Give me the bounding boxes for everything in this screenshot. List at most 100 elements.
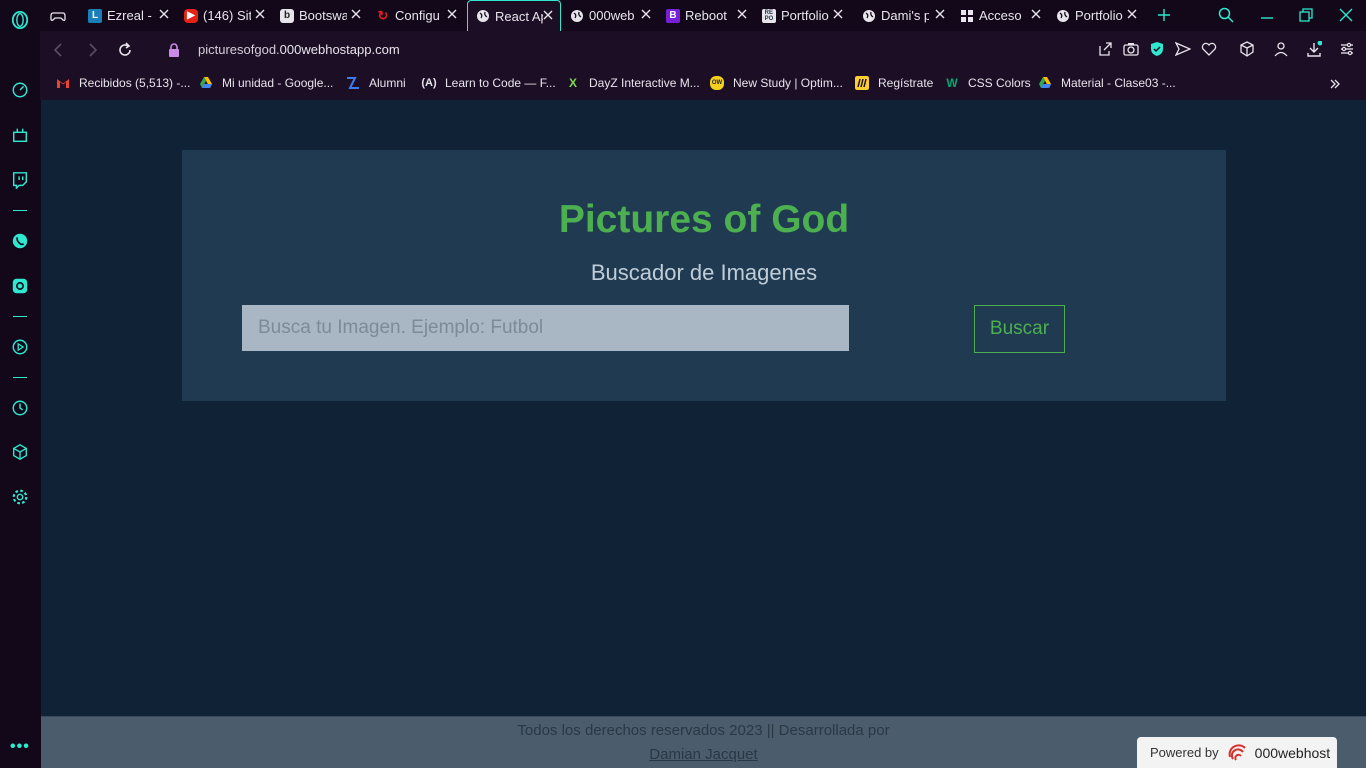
bookmark-freecodecamp[interactable]: (A) Learn to Code — F...: [421, 76, 555, 90]
sidebar-divider: [13, 377, 27, 378]
repo-icon: RE PO: [762, 8, 776, 23]
close-tab-icon[interactable]: [1030, 8, 1042, 20]
workspaces-icon[interactable]: [10, 125, 30, 145]
bootswatch-icon: b: [280, 8, 294, 23]
search-input[interactable]: [242, 305, 849, 351]
powered-by-brand: 000webhost: [1254, 744, 1331, 761]
tab-portfolio-2[interactable]: Portfolio: [1048, 0, 1144, 31]
close-tab-icon[interactable]: [254, 8, 266, 20]
tab-search-icon[interactable]: [1217, 6, 1235, 24]
tab-react-app[interactable]: React Ap: [467, 0, 561, 31]
tab-bar: L Ezreal - ▶ (146) Sit b Bootswa ↻ Confi…: [40, 0, 1366, 31]
url-field[interactable]: picturesofgod.000webhostapp.com: [198, 42, 400, 57]
globe-icon: [571, 9, 583, 22]
close-tab-icon[interactable]: [934, 8, 946, 20]
address-bar: picturesofgod.000webhostapp.com: [40, 31, 1366, 69]
tab-acceso[interactable]: Acceso: [952, 0, 1048, 31]
search-button[interactable]: Buscar: [974, 305, 1065, 353]
bookmark-gmail[interactable]: Recibidos (5,513) -...: [56, 76, 190, 90]
heart-icon[interactable]: [1201, 41, 1217, 57]
close-tab-icon[interactable]: [1126, 8, 1138, 20]
tab-ezreal[interactable]: L Ezreal -: [80, 0, 176, 31]
lock-icon[interactable]: [167, 42, 181, 58]
ow-icon: OW: [710, 76, 724, 90]
close-tab-icon[interactable]: [542, 9, 554, 21]
share-icon[interactable]: [1097, 41, 1113, 57]
back-arrow-icon[interactable]: [50, 41, 68, 59]
powered-by-label: Powered by: [1150, 745, 1219, 760]
drive-icon: [1039, 77, 1051, 88]
close-tab-icon[interactable]: [158, 8, 170, 20]
history-icon[interactable]: [10, 398, 30, 418]
miro-icon: [855, 76, 869, 90]
x-icon: X: [568, 76, 577, 90]
close-window-icon[interactable]: [1337, 6, 1355, 24]
author-link[interactable]: Damian Jacquet: [649, 746, 757, 763]
alumni-icon: [347, 77, 359, 89]
player-icon[interactable]: [10, 337, 30, 357]
red-swirl-icon: ↻: [377, 7, 389, 23]
bookmark-alumni[interactable]: Alumni: [346, 76, 406, 90]
tab-reboot[interactable]: B Reboot: [658, 0, 754, 31]
speed-dial-icon[interactable]: [10, 80, 30, 100]
more-options-icon[interactable]: •••: [10, 738, 30, 756]
sidebar-divider: [13, 316, 27, 317]
bookmark-mi-unidad[interactable]: Mi unidad - Google...: [199, 76, 333, 90]
reload-icon[interactable]: [116, 41, 134, 59]
tab-youtube[interactable]: ▶ (146) Sit: [176, 0, 272, 31]
close-tab-icon[interactable]: [640, 8, 652, 20]
browser-window: ••• L Ezreal - ▶ (146) Sit b Bootswa ↻ C…: [0, 0, 1366, 768]
whatsapp-icon[interactable]: [10, 231, 30, 251]
tab-damis-portfolio[interactable]: Dami's p: [854, 0, 952, 31]
tab-configuracion[interactable]: ↻ Configu: [368, 0, 464, 31]
send-icon[interactable]: [1175, 41, 1191, 57]
tab-gx-corner[interactable]: [42, 0, 82, 31]
instagram-icon[interactable]: [10, 276, 30, 296]
twitch-icon[interactable]: [10, 170, 30, 190]
chevron-double-right-icon[interactable]: [1328, 77, 1342, 91]
tab-portfolio[interactable]: RE PO Portfolio: [754, 0, 850, 31]
close-tab-icon[interactable]: [446, 8, 458, 20]
close-tab-icon[interactable]: [736, 8, 748, 20]
gamepad-icon: [50, 11, 66, 21]
l-favicon-icon: L: [88, 8, 102, 23]
globe-icon: [477, 10, 489, 22]
downloads-icon[interactable]: [1306, 41, 1322, 57]
close-tab-icon[interactable]: [350, 8, 362, 20]
bookmarks-bar: Recibidos (5,513) -... Mi unidad - Googl…: [40, 69, 1366, 100]
sidebar-divider: [13, 210, 27, 211]
minimize-icon[interactable]: [1258, 6, 1276, 24]
hero-jumbotron: Pictures of God Buscador de Imagenes Bus…: [182, 150, 1226, 401]
w3-icon: W: [946, 76, 958, 90]
tab-bootswatch[interactable]: b Bootswa: [272, 0, 368, 31]
easy-setup-sliders-icon[interactable]: [1339, 41, 1355, 57]
drive-icon: [200, 77, 212, 88]
new-tab-plus-icon[interactable]: [1155, 6, 1173, 24]
apps-icon: [961, 9, 973, 22]
cube-extension-icon[interactable]: [1239, 41, 1255, 57]
bookmark-dayz[interactable]: X DayZ Interactive M...: [566, 76, 700, 90]
restore-icon[interactable]: [1297, 6, 1315, 24]
bookmark-css-colors[interactable]: W CSS Colors: [945, 76, 1030, 90]
page-content: Pictures of God Buscador de Imagenes Bus…: [41, 100, 1366, 768]
bookmark-new-study[interactable]: OW New Study | Optim...: [710, 76, 843, 90]
opera-logo-icon[interactable]: [10, 10, 30, 30]
url-domain: 000webhostapp.com: [279, 42, 400, 57]
settings-gear-icon[interactable]: [10, 487, 30, 507]
page-subtitle: Buscador de Imagenes: [590, 260, 818, 285]
url-subdomain: picturesofgod.: [198, 42, 280, 57]
bootstrap-icon: B: [666, 8, 680, 23]
bookmark-registrate[interactable]: Regístrate: [855, 76, 933, 90]
bookmark-material-clase03[interactable]: Material - Clase03 -...: [1038, 76, 1176, 90]
000webhost-logo-icon: [1228, 743, 1246, 761]
tab-000webhost[interactable]: 000web: [562, 0, 658, 31]
powered-by-badge[interactable]: Powered by 000webhost: [1137, 737, 1337, 768]
youtube-icon: ▶: [184, 8, 198, 23]
close-tab-icon[interactable]: [832, 8, 844, 20]
snapshot-camera-icon[interactable]: [1123, 41, 1139, 57]
extensions-cube-icon[interactable]: [10, 442, 30, 462]
page-title: Pictures of God: [558, 198, 850, 241]
vpn-shield-icon[interactable]: [1149, 41, 1165, 57]
profile-icon[interactable]: [1273, 41, 1289, 57]
forward-arrow-icon[interactable]: [83, 41, 101, 59]
